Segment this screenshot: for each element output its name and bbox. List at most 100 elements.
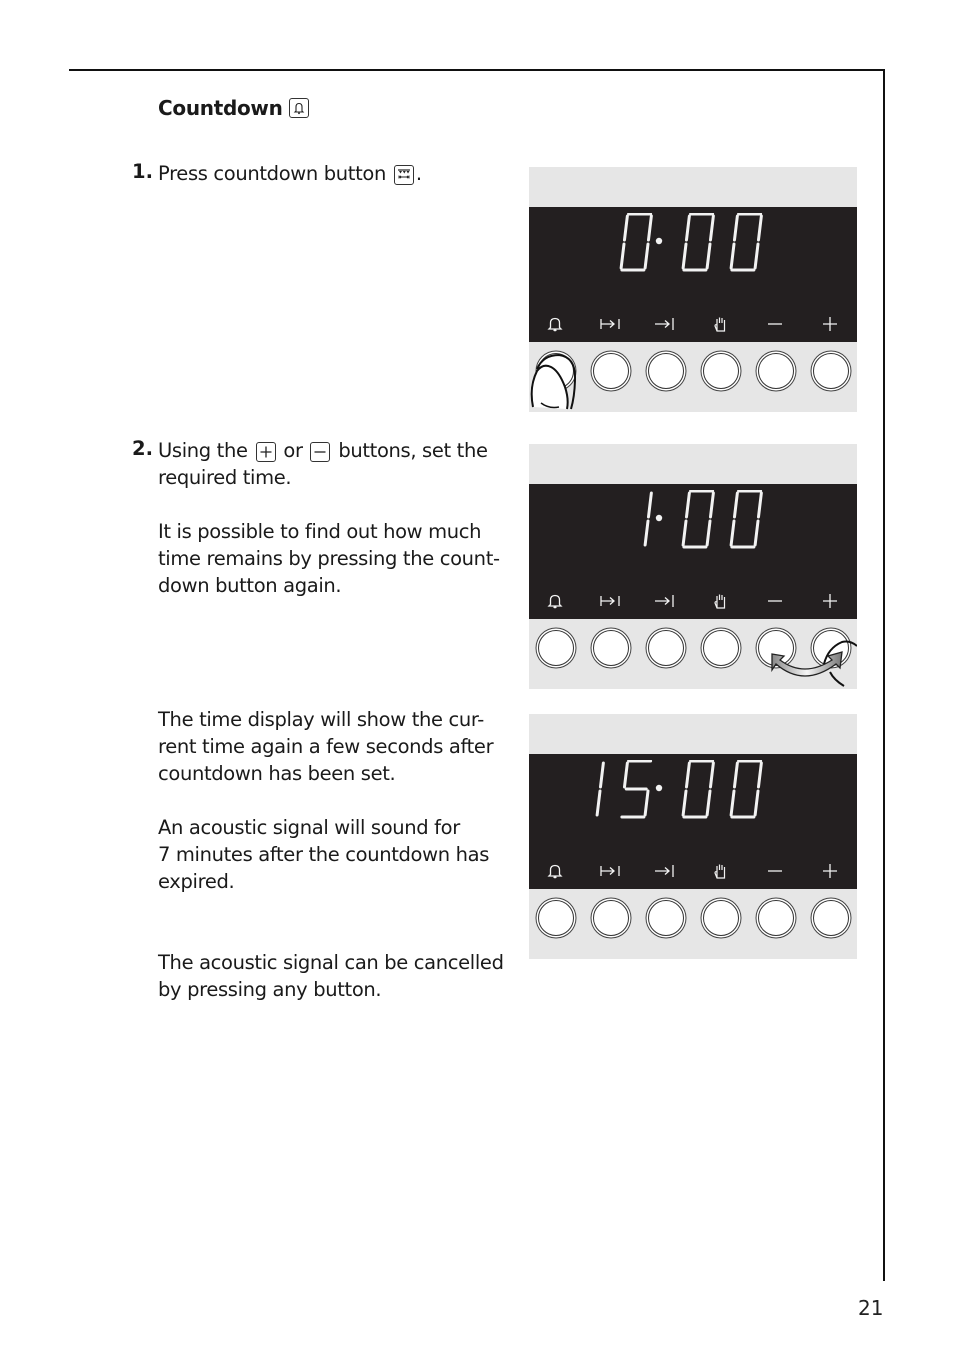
hour-digit [620, 760, 653, 819]
control-panel-1 [529, 167, 857, 412]
minute-digit [729, 213, 763, 272]
time-display [529, 754, 857, 889]
minus-button[interactable] [758, 353, 794, 389]
paragraph-display-info: The time display will show the cur- rent… [158, 706, 523, 895]
minute-digit [681, 490, 715, 549]
plus-button[interactable] [813, 630, 849, 666]
duration-button[interactable] [593, 353, 629, 389]
paragraph-line: expired. [158, 870, 235, 893]
digit-segment [729, 242, 736, 270]
digit-segment [684, 214, 691, 242]
digit-segment [622, 214, 629, 242]
digit-segment [708, 761, 715, 789]
separator-dot [655, 784, 663, 792]
end-arrow-icon [645, 309, 685, 339]
digit-segment [729, 789, 736, 817]
digit-segment [622, 761, 629, 789]
paragraph-line: An acoustic signal will sound for [158, 816, 460, 839]
display-digits [643, 490, 763, 549]
duration-button[interactable] [593, 630, 629, 666]
countdown-button[interactable] [538, 900, 574, 936]
digit-segment [646, 491, 653, 519]
manual-button[interactable] [703, 900, 739, 936]
button-labels [529, 309, 857, 339]
digit-segment [708, 214, 715, 242]
time-display [529, 484, 857, 619]
paragraph-cancel-info: The acoustic signal can be cancelled by … [158, 949, 523, 1003]
hour-digit [619, 213, 653, 272]
button-labels [529, 586, 857, 616]
minus-icon [755, 586, 795, 616]
hand-icon [700, 586, 740, 616]
step-2-note-line: down button again. [158, 574, 342, 597]
display-digits [619, 213, 763, 272]
button-row [529, 900, 857, 940]
minute-digit [729, 760, 763, 819]
manual-button[interactable] [703, 630, 739, 666]
bell-icon [288, 98, 309, 118]
minus-button[interactable] [758, 900, 794, 936]
plus-icon [810, 856, 850, 886]
countdown-button[interactable] [538, 630, 574, 666]
minute-digit [681, 760, 715, 819]
paragraph-line: countdown has been set. [158, 762, 396, 785]
display-digits [595, 760, 763, 819]
page-number: 21 [858, 1296, 884, 1320]
digit-segment [681, 242, 688, 270]
minute-digit [681, 213, 715, 272]
digit-segment [681, 789, 688, 817]
minute-digit [729, 490, 763, 549]
digit-segment [729, 519, 736, 547]
paragraph-line: The time display will show the cur- [158, 708, 484, 731]
manual-button[interactable] [703, 353, 739, 389]
plus-button[interactable] [813, 353, 849, 389]
duration-button[interactable] [593, 900, 629, 936]
hand-icon [700, 309, 740, 339]
end-time-button[interactable] [648, 900, 684, 936]
end-time-button[interactable] [648, 630, 684, 666]
minus-button[interactable] [758, 630, 794, 666]
bell-icon [535, 309, 575, 339]
digit-segment [598, 761, 605, 789]
digit-segment [708, 491, 715, 519]
minus-button-icon [310, 442, 331, 462]
end-arrow-icon [645, 856, 685, 886]
separator-dot [655, 237, 663, 245]
digit-segment [643, 242, 650, 270]
button-row [529, 353, 857, 393]
digit-segment [732, 491, 739, 519]
step-2-number: 2. [132, 437, 153, 460]
countdown-button-icon [393, 165, 414, 185]
duration-arrow-icon [590, 856, 630, 886]
paragraph-line: The acoustic signal can be cancelled [158, 951, 504, 974]
countdown-button[interactable] [538, 353, 574, 389]
separator-dot [655, 514, 663, 522]
button-row [529, 630, 857, 670]
digit-segment [753, 242, 760, 270]
bell-icon [535, 586, 575, 616]
digit-segment [732, 214, 739, 242]
paragraph-line: 7 minutes after the countdown has [158, 843, 490, 866]
digit-segment [756, 491, 763, 519]
end-time-button[interactable] [648, 353, 684, 389]
control-panel-3 [529, 714, 857, 959]
step-2-text-c: buttons, set the [338, 439, 488, 462]
minus-icon [755, 309, 795, 339]
top-rule [69, 69, 885, 71]
step-1-period: . [415, 162, 422, 185]
plus-button[interactable] [813, 900, 849, 936]
bell-icon [535, 856, 575, 886]
hour-digit [643, 491, 653, 547]
step-2-text-a: Using the [158, 439, 248, 462]
step-2-line-2: required time. [158, 466, 292, 489]
step-2-note-line: time remains by pressing the count- [158, 547, 500, 570]
digit-segment [756, 214, 763, 242]
step-2-note-line: It is possible to find out how much [158, 520, 482, 543]
step-1-text: Press countdown button . [158, 160, 422, 187]
step-2-text-b: or [283, 439, 303, 462]
digit-segment [684, 761, 691, 789]
section-title: Countdown [158, 96, 283, 120]
digit-segment [643, 789, 650, 817]
digit-segment [684, 491, 691, 519]
hand-icon [700, 856, 740, 886]
